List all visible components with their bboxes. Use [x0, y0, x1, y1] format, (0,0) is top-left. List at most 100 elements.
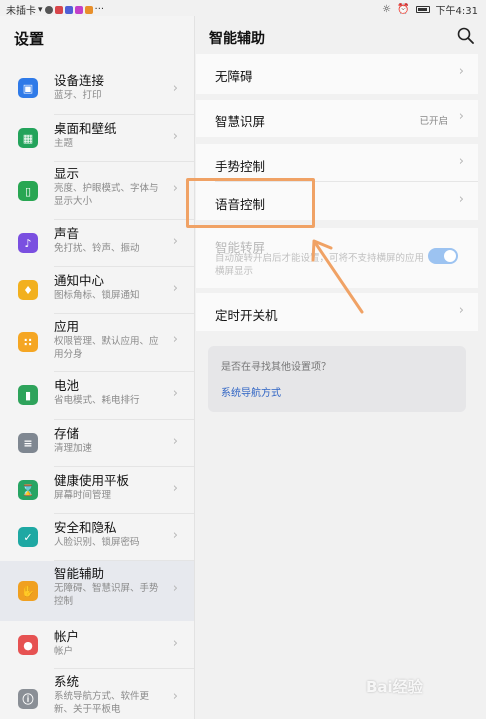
menu-item-title: 智能辅助: [54, 566, 105, 581]
menu-item-digital-balance[interactable]: ⌛ 健康使用平板 屏幕时间管理 ›: [0, 467, 194, 514]
suggestion-box: 是否在寻找其他设置项？ 系统导航方式: [208, 346, 466, 412]
arrow-icon: [311, 239, 364, 314]
menu-item-desktop-wallpaper[interactable]: ▦ 桌面和壁纸 主题 ›: [0, 115, 194, 162]
status-bar: 未插卡 ▾ ··· ☼ ⏰ 下午4:31: [0, 0, 486, 17]
display-icon: ▯: [18, 181, 38, 201]
chevron-right-icon: ›: [172, 528, 178, 543]
menu-item-subtitle: 系统导航方式、软件更新、关于平板电: [54, 691, 150, 715]
menu-item-notifications[interactable]: ♦ 通知中心 图标角标、锁屏通知 ›: [0, 267, 194, 314]
menu-item-subtitle: 屏幕时间管理: [54, 490, 112, 501]
menu-item-subtitle: 无障碍、智慧识屏、手势控制: [54, 583, 159, 607]
menu-item-apps[interactable]: ∷ 应用 权限管理、默认应用、应用分身 ›: [0, 314, 194, 372]
storage-icon: ≡: [18, 433, 38, 453]
highlight-box: [186, 178, 315, 228]
settings-menu: ▣ 设备连接 蓝牙、打印 › ▦ 桌面和壁纸 主题 › ▯ 显示 亮度、护眼模式…: [0, 68, 194, 719]
row-label: 手势控制: [215, 159, 266, 174]
silent-icon: ☼: [382, 4, 392, 15]
menu-item-subtitle: 人脸识别、锁屏密码: [54, 537, 140, 548]
chevron-right-icon: ›: [458, 303, 464, 318]
settings-sidebar: 设置 ▣ 设备连接 蓝牙、打印 › ▦ 桌面和壁纸 主题 › ▯ 显示 亮度、护…: [0, 16, 195, 719]
settings-card-accessibility: 无障碍 ›: [196, 54, 478, 94]
menu-item-subtitle: 省电模式、耗电排行: [54, 395, 140, 406]
row-label: 定时开关机: [215, 308, 278, 323]
hourglass-icon: ⌛: [18, 480, 38, 500]
app-icon: [54, 5, 63, 14]
sidebar-title: 设置: [14, 30, 45, 48]
status-right: ☼ ⏰ 下午4:31: [382, 2, 478, 17]
menu-item-title: 电池: [54, 378, 80, 393]
menu-item-smart-assist[interactable]: ✋ 智能辅助 无障碍、智慧识屏、手势控制 ›: [0, 561, 194, 621]
more-indicator: ···: [94, 4, 105, 15]
menu-item-subtitle: 权限管理、默认应用、应用分身: [54, 336, 159, 360]
chevron-right-icon: ›: [458, 192, 464, 207]
chevron-right-icon: ›: [172, 481, 178, 496]
menu-item-security-privacy[interactable]: ✓ 安全和隐私 人脸识别、锁屏密码 ›: [0, 514, 194, 561]
chevron-right-icon: ›: [458, 64, 464, 79]
chevron-right-icon: ›: [172, 581, 178, 596]
menu-item-title: 声音: [54, 226, 80, 241]
menu-item-storage[interactable]: ≡ 存储 清理加速 ›: [0, 420, 194, 467]
menu-item-device-connection[interactable]: ▣ 设备连接 蓝牙、打印 ›: [0, 68, 194, 115]
chevron-right-icon: ›: [172, 234, 178, 249]
menu-item-title: 安全和隐私: [54, 520, 117, 535]
apps-icon: ∷: [18, 332, 38, 352]
chevron-right-icon: ›: [172, 281, 178, 296]
menu-item-display[interactable]: ▯ 显示 亮度、护眼模式、字体与显示大小 ›: [0, 162, 194, 220]
chevron-right-icon: ›: [458, 109, 464, 124]
menu-item-title: 存储: [54, 426, 80, 441]
detail-panel: 智能辅助 无障碍 › 智慧识屏 已开启 › 手势控制 › 语音控制 › 智能转屏: [196, 16, 486, 719]
shield-icon: ✓: [18, 527, 38, 547]
bell-icon: ♦: [18, 280, 38, 300]
row-status: 已开启: [419, 116, 448, 127]
cat-icon: [44, 5, 53, 14]
menu-item-subtitle: 帐户: [54, 646, 74, 657]
app-icon: [84, 5, 93, 14]
chevron-right-icon: ›: [172, 689, 178, 704]
clock: 下午4:31: [435, 6, 478, 17]
suggestion-question: 是否在寻找其他设置项？: [221, 362, 331, 373]
device-icon: ▣: [18, 78, 38, 98]
row-label: 无障碍: [215, 69, 253, 84]
menu-item-title: 健康使用平板: [54, 473, 130, 488]
chevron-right-icon: ›: [172, 386, 178, 401]
page-title: 智能辅助: [209, 31, 265, 47]
smart-rotate-toggle[interactable]: [428, 248, 458, 264]
menu-item-subtitle: 清理加速: [54, 443, 93, 454]
search-icon[interactable]: [457, 27, 474, 44]
row-accessibility[interactable]: 无障碍 ›: [196, 54, 478, 94]
menu-item-battery[interactable]: ▮ 电池 省电模式、耗电排行 ›: [0, 372, 194, 420]
menu-item-subtitle: 免打扰、铃声、振动: [54, 243, 140, 254]
chevron-right-icon: ›: [172, 636, 178, 651]
carrier-label: 未插卡: [6, 6, 36, 17]
menu-item-title: 系统: [54, 674, 80, 689]
row-smart-screen[interactable]: 智慧识屏 已开启 ›: [196, 100, 478, 137]
menu-item-sound[interactable]: ♪ 声音 免打扰、铃声、振动 ›: [0, 220, 194, 267]
menu-item-title: 帐户: [54, 629, 80, 644]
menu-item-subtitle: 蓝牙、打印: [54, 90, 102, 101]
menu-item-accounts[interactable]: ● 帐户 帐户 ›: [0, 621, 194, 669]
system-icon: ⓘ: [18, 689, 38, 709]
alarm-icon: ⏰: [397, 4, 410, 15]
settings-card-main: 智慧识屏 已开启 ›: [196, 100, 478, 137]
menu-item-subtitle: 主题: [54, 138, 74, 149]
chevron-right-icon: ›: [458, 154, 464, 169]
row-gesture-control[interactable]: 手势控制 ›: [196, 144, 478, 182]
hand-icon: ✋: [18, 581, 38, 601]
menu-item-system[interactable]: ⓘ 系统 系统导航方式、软件更新、关于平板电 ›: [0, 669, 194, 719]
menu-item-title: 设备连接: [54, 73, 105, 88]
row-label: 智慧识屏: [215, 114, 266, 129]
menu-item-title: 显示: [54, 166, 80, 181]
app-icon: [64, 5, 73, 14]
chevron-right-icon: ›: [172, 434, 178, 449]
chevron-right-icon: ›: [172, 81, 178, 96]
battery-icon: ▮: [18, 385, 38, 405]
chevron-right-icon: ›: [172, 332, 178, 347]
watermark: Bai经验: [366, 678, 423, 696]
menu-item-subtitle: 亮度、护眼模式、字体与显示大小: [54, 183, 159, 207]
battery-icon: [415, 6, 430, 13]
menu-item-title: 桌面和壁纸: [54, 121, 117, 136]
suggestion-link[interactable]: 系统导航方式: [221, 384, 281, 399]
menu-item-title: 通知中心: [54, 273, 105, 288]
menu-item-subtitle: 图标角标、锁屏通知: [54, 290, 140, 301]
app-icon: [74, 5, 83, 14]
